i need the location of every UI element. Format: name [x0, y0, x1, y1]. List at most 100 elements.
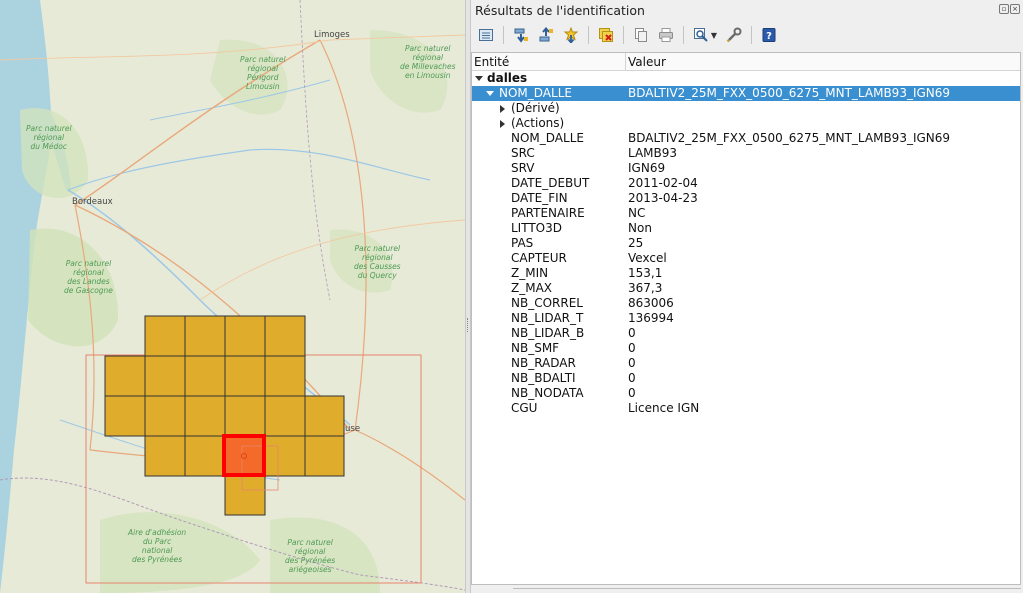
collapse-all-icon[interactable] [535, 24, 557, 46]
tile[interactable] [264, 395, 306, 437]
toolbar-separator [751, 26, 752, 44]
tile[interactable] [264, 315, 306, 357]
attribute-value: 153,1 [628, 266, 663, 280]
column-header-entity[interactable]: Entité [472, 53, 626, 70]
attribute-value: 136994 [628, 311, 674, 325]
attribute-name: NB_CORREL [511, 296, 583, 310]
expand-arrow-icon[interactable] [486, 91, 494, 96]
attribute-name: NB_NODATA [511, 386, 584, 400]
tile[interactable] [184, 395, 226, 437]
tile[interactable] [104, 355, 146, 397]
tile[interactable] [184, 315, 226, 357]
tile[interactable] [144, 355, 186, 397]
tile[interactable] [184, 435, 226, 477]
attribute-row[interactable]: NB_LIDAR_T 136994 [472, 311, 1020, 326]
layer-name: dalles [487, 71, 528, 85]
expand-arrow-icon[interactable] [475, 76, 483, 81]
attribute-row[interactable]: NB_NODATA 0 [472, 386, 1020, 401]
layer-row[interactable]: dalles [472, 71, 1020, 86]
tile[interactable] [224, 315, 266, 357]
tile[interactable] [144, 315, 186, 357]
actions-row[interactable]: (Actions) [472, 116, 1020, 131]
tile[interactable] [144, 435, 186, 477]
feature-key: NOM_DALLE [499, 86, 572, 100]
svg-text:?: ? [766, 31, 772, 42]
tile[interactable] [304, 395, 345, 437]
attribute-name: Z_MIN [511, 266, 549, 280]
attribute-row[interactable]: NB_SMF 0 [472, 341, 1020, 356]
attribute-value: 367,3 [628, 281, 663, 295]
identify-settings-icon[interactable] [723, 24, 745, 46]
attribute-row[interactable]: CAPTEUR Vexcel [472, 251, 1020, 266]
tile[interactable] [224, 475, 266, 516]
attribute-name: DATE_FIN [511, 191, 568, 205]
actions-label: (Actions) [511, 116, 565, 130]
attribute-value: 2013-04-23 [628, 191, 698, 205]
feature-row[interactable]: NOM_DALLE BDALTIV2_25M_FXX_0500_6275_MNT… [472, 86, 1020, 101]
copy-feature-icon[interactable] [630, 24, 652, 46]
attribute-row[interactable]: CGU Licence IGN [472, 401, 1020, 416]
tile[interactable] [304, 435, 345, 477]
expand-new-results-icon[interactable] [560, 24, 582, 46]
tree-header: Entité Valeur [472, 53, 1020, 71]
tile[interactable] [144, 395, 186, 437]
tile[interactable] [264, 435, 306, 477]
attribute-name: DATE_DEBUT [511, 176, 590, 190]
results-tree[interactable]: Entité Valeur dalles NOM_DALLE BDALTIV2_… [471, 52, 1021, 585]
toolbar-separator [683, 26, 684, 44]
attribute-value: 0 [628, 326, 636, 340]
park-label-aire: Aire d'adhésion du Parc national des Pyr… [128, 528, 187, 564]
attribute-row[interactable]: NOM_DALLE BDALTIV2_25M_FXX_0500_6275_MNT_… [472, 131, 1020, 146]
expand-tree-icon[interactable] [475, 24, 497, 46]
tile[interactable] [224, 395, 266, 437]
tile[interactable] [264, 355, 306, 397]
attribute-row[interactable]: SRC LAMB93 [472, 146, 1020, 161]
splitter-grip [467, 318, 469, 332]
derived-label: (Dérivé) [511, 101, 560, 115]
city-label-limoges: Limoges [314, 30, 350, 40]
attribute-row[interactable]: Z_MIN 153,1 [472, 266, 1020, 281]
city-label-bordeaux: Bordeaux [72, 197, 113, 207]
tile[interactable] [104, 395, 146, 437]
collapse-arrow-icon[interactable] [500, 120, 505, 128]
attribute-row[interactable]: NB_BDALTI 0 [472, 371, 1020, 386]
attribute-row[interactable]: Z_MAX 367,3 [472, 281, 1020, 296]
toolbar-separator [623, 26, 624, 44]
attribute-row[interactable]: LITTO3D Non [472, 221, 1020, 236]
tile[interactable] [224, 355, 266, 397]
derived-row[interactable]: (Dérivé) [472, 101, 1020, 116]
close-icon[interactable]: × [1010, 4, 1020, 14]
attribute-value: Vexcel [628, 251, 667, 265]
expand-all-icon[interactable] [510, 24, 532, 46]
attribute-name: SRV [511, 161, 535, 175]
park-label-medoc: Parc naturel régional du Médoc [26, 124, 72, 151]
park-label-causses: Parc naturel régional des Causses du Que… [354, 244, 401, 280]
print-icon[interactable] [655, 24, 677, 46]
attribute-row[interactable]: NB_LIDAR_B 0 [472, 326, 1020, 341]
attribute-row[interactable]: PAS 25 [472, 236, 1020, 251]
attribute-row[interactable]: DATE_DEBUT 2011-02-04 [472, 176, 1020, 191]
selected-tile[interactable] [224, 436, 264, 475]
column-header-value[interactable]: Valeur [626, 53, 666, 70]
attribute-value: 0 [628, 356, 636, 370]
attribute-value: 0 [628, 386, 636, 400]
attribute-value: 25 [628, 236, 644, 250]
attribute-row[interactable]: NB_RADAR 0 [472, 356, 1020, 371]
attribute-value: Licence IGN [628, 401, 700, 415]
panel-window-controls: ▫ × [999, 4, 1021, 16]
attribute-row[interactable]: PARTENAIRE NC [472, 206, 1020, 221]
identify-mode-icon[interactable]: ▼ [690, 24, 720, 46]
dropdown-arrow-icon[interactable]: ▼ [711, 31, 717, 40]
attribute-name: NB_SMF [511, 341, 560, 355]
attribute-value: 0 [628, 371, 636, 385]
clear-results-icon[interactable] [595, 24, 617, 46]
map-canvas[interactable]: Parc naturel régional Périgord Limousin … [0, 0, 465, 593]
attribute-name: CAPTEUR [511, 251, 567, 265]
attribute-row[interactable]: DATE_FIN 2013-04-23 [472, 191, 1020, 206]
tile[interactable] [184, 355, 226, 397]
collapse-arrow-icon[interactable] [500, 105, 505, 113]
float-icon[interactable]: ▫ [999, 4, 1009, 14]
attribute-row[interactable]: NB_CORREL 863006 [472, 296, 1020, 311]
attribute-row[interactable]: SRV IGN69 [472, 161, 1020, 176]
help-icon[interactable]: ? [758, 24, 780, 46]
